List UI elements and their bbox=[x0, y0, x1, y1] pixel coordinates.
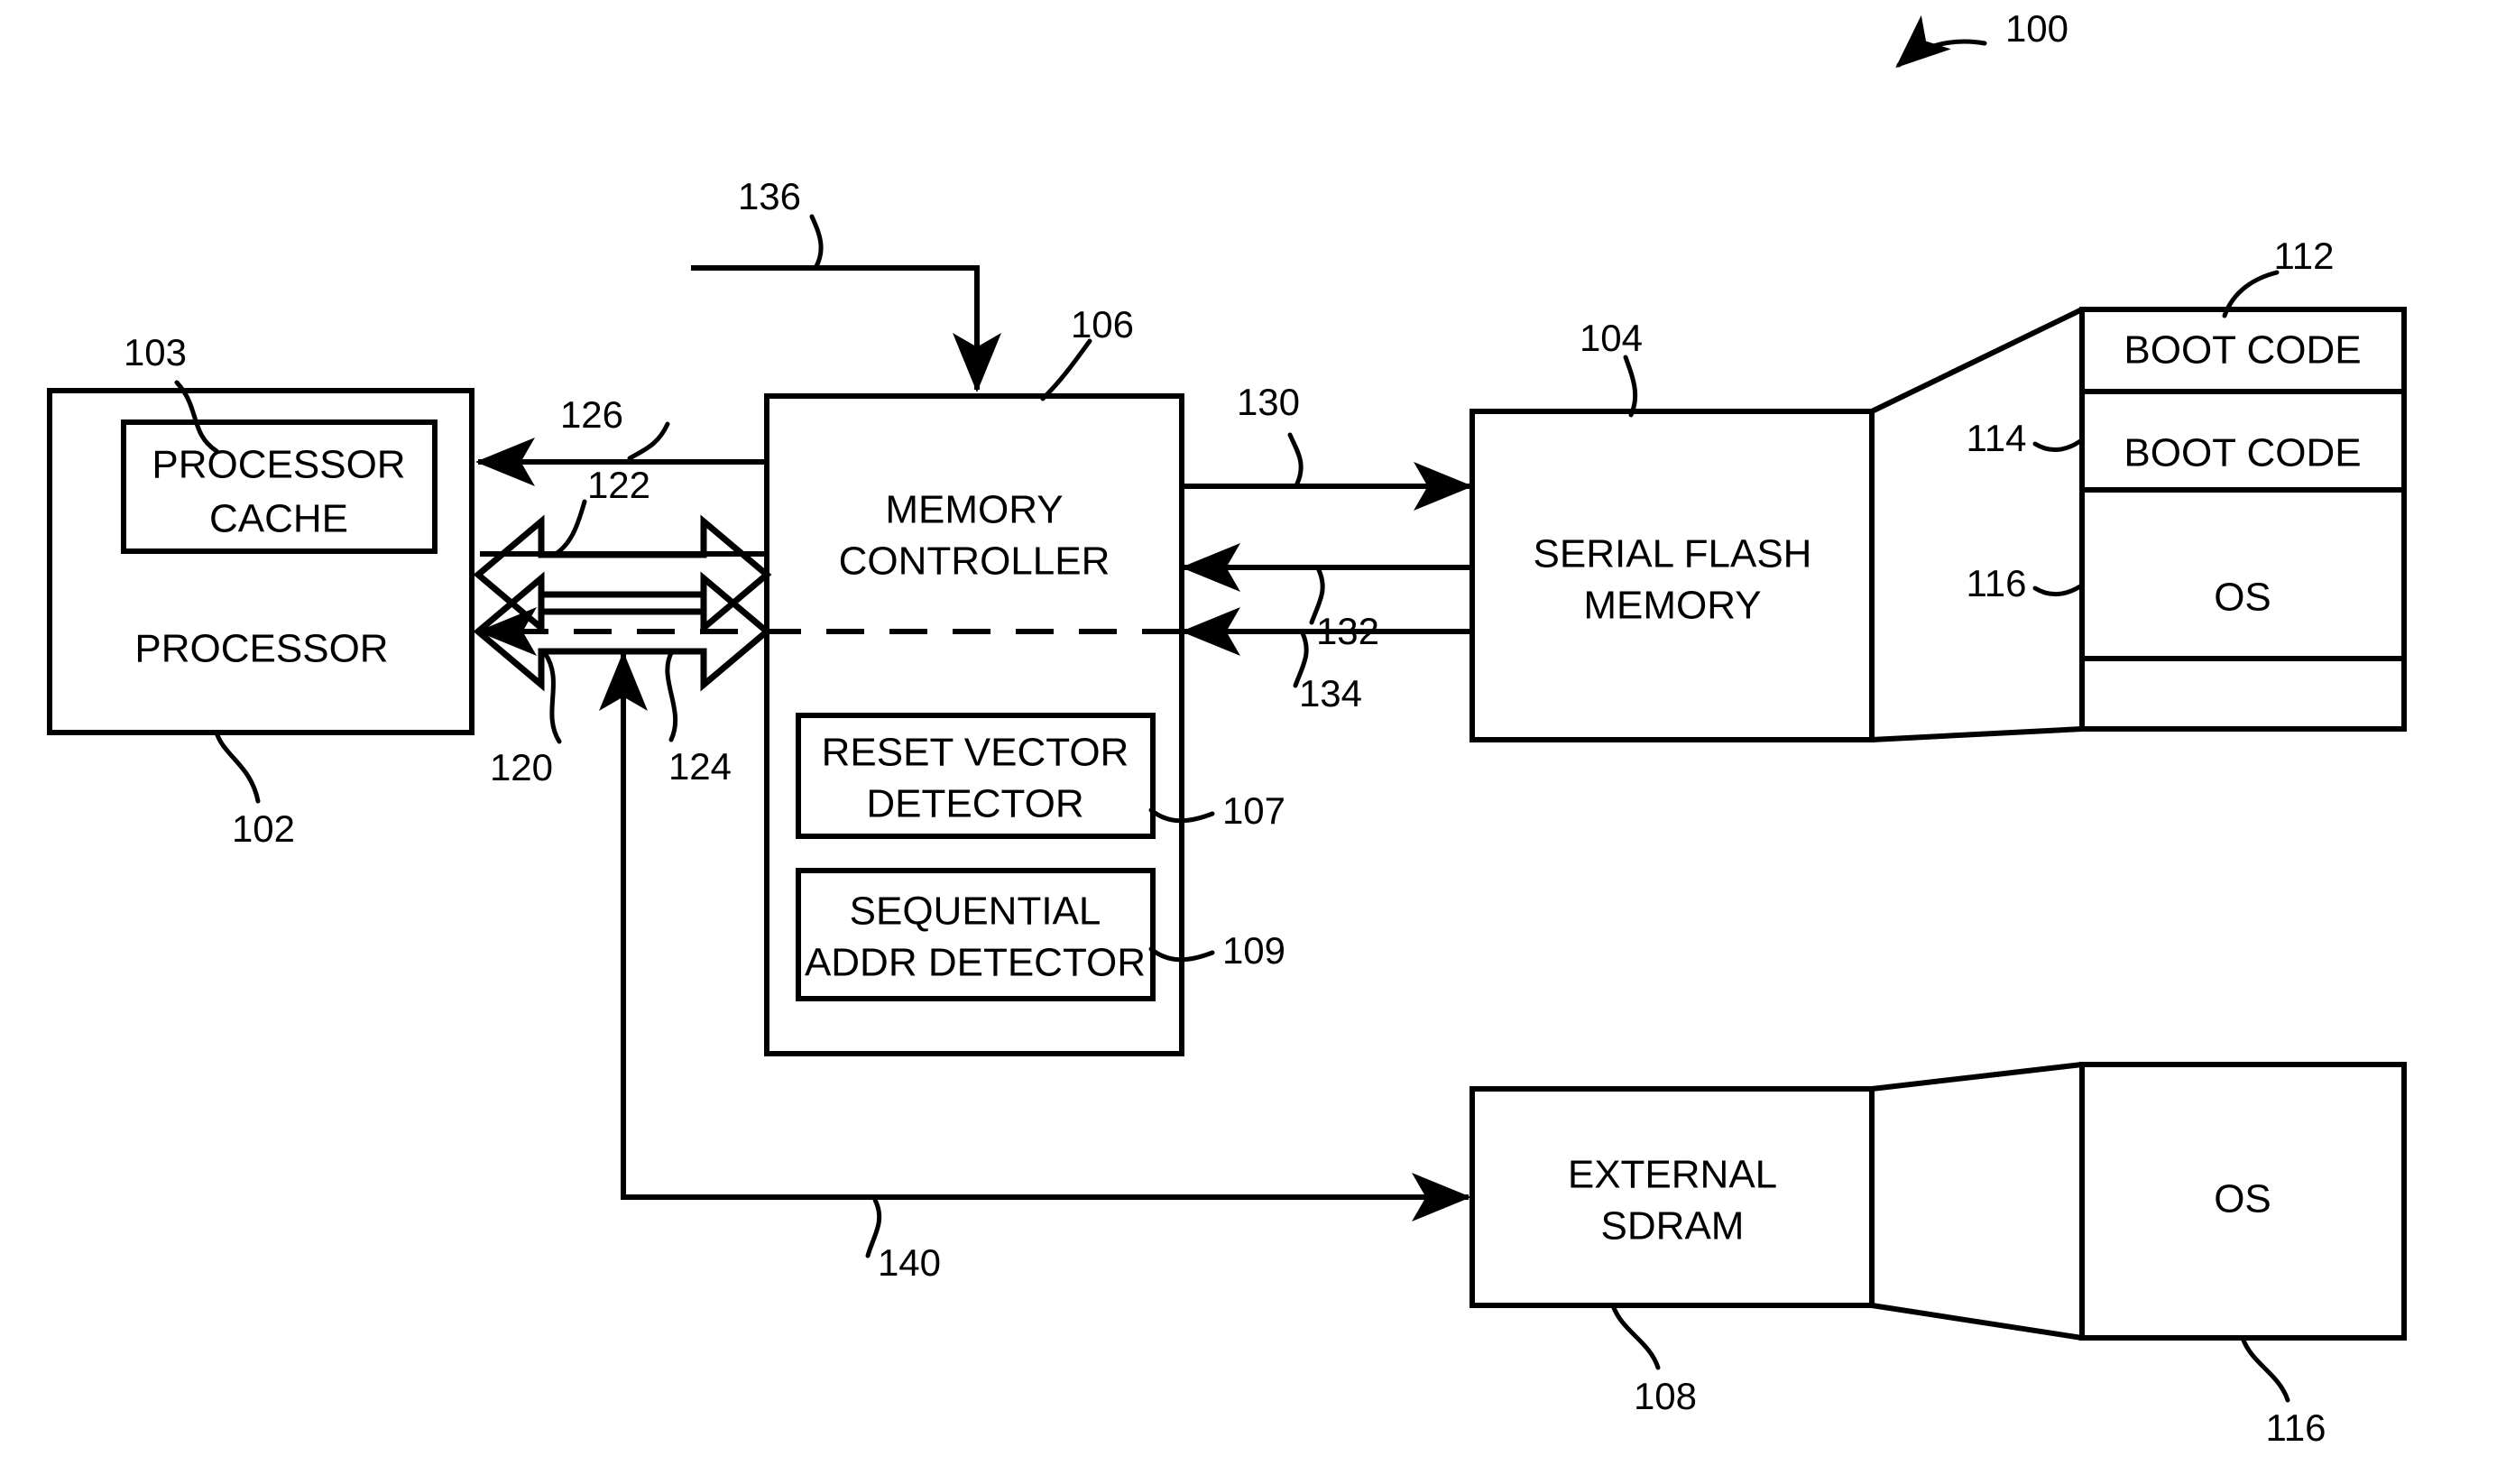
processor-cache-label-line2: CACHE bbox=[209, 497, 348, 541]
sequential-addr-detector-label-line2: ADDR DETECTOR bbox=[805, 941, 1146, 985]
external-sdram-label-line1: EXTERNAL bbox=[1568, 1153, 1777, 1197]
leader-122 bbox=[550, 499, 587, 558]
ref-number-116-sdram: 116 bbox=[2266, 1406, 2326, 1449]
ref-number-134: 134 bbox=[1299, 672, 1362, 714]
ref-number-132: 132 bbox=[1316, 610, 1379, 652]
connector-136 bbox=[691, 265, 1001, 392]
ref-number-136: 136 bbox=[738, 175, 801, 217]
flash-map-row-2-label: OS bbox=[2214, 576, 2271, 620]
ref-number-112: 112 bbox=[2274, 235, 2335, 277]
flash-map-row-1-label: BOOT CODE bbox=[2124, 431, 2361, 475]
ref-number-114: 114 bbox=[1967, 417, 2027, 459]
external-sdram-label-line2: SDRAM bbox=[1601, 1204, 1745, 1249]
ref-number-120: 120 bbox=[490, 746, 553, 788]
leader-104 bbox=[1623, 355, 1638, 418]
ref-number-116-flash: 116 bbox=[1967, 562, 2027, 604]
figure-ref-100-leader bbox=[1895, 14, 1987, 69]
ref-number-104: 104 bbox=[1580, 317, 1643, 359]
leader-130 bbox=[1287, 432, 1304, 486]
patent-figure-diagram: PROCESSOR CACHE PROCESSOR MEMORY CONTROL… bbox=[47, 7, 2407, 1449]
ref-number-106: 106 bbox=[1071, 303, 1134, 346]
ref-number-140: 140 bbox=[878, 1241, 941, 1284]
leader-136 bbox=[809, 214, 824, 271]
os-detail-label: OS bbox=[2214, 1177, 2271, 1221]
reset-vector-detector-label-line2: DETECTOR bbox=[866, 782, 1083, 826]
serial-flash-memory-label-line2: MEMORY bbox=[1583, 584, 1761, 628]
leader-126 bbox=[627, 421, 670, 461]
ref-number-107: 107 bbox=[1222, 789, 1285, 832]
ref-number-122: 122 bbox=[587, 464, 650, 506]
leader-108 bbox=[1610, 1303, 1661, 1370]
flash-map-expansion-lines bbox=[1870, 307, 2084, 742]
leader-120 bbox=[542, 650, 562, 744]
ref-number-109: 109 bbox=[1222, 929, 1285, 972]
flash-map-row-0-label: BOOT CODE bbox=[2124, 328, 2361, 373]
sdram-os-expansion-lines bbox=[1871, 1062, 2083, 1341]
leader-124 bbox=[665, 649, 678, 742]
figure-canvas: PROCESSOR CACHE PROCESSOR MEMORY CONTROL… bbox=[0, 0, 2506, 1484]
reset-vector-detector-label-line1: RESET VECTOR bbox=[822, 731, 1129, 775]
leader-106 bbox=[1040, 338, 1092, 401]
leader-102 bbox=[214, 730, 261, 804]
serial-flash-memory-label-line1: SERIAL FLASH bbox=[1534, 532, 1812, 576]
leader-114 bbox=[2032, 438, 2083, 452]
ref-number-103: 103 bbox=[124, 331, 187, 373]
ref-number-126: 126 bbox=[560, 393, 623, 436]
flash-memory-map-block[interactable] bbox=[2079, 307, 2407, 732]
ref-number-108: 108 bbox=[1634, 1375, 1697, 1417]
ref-number-102: 102 bbox=[232, 807, 295, 850]
memory-controller-label-line2: CONTROLLER bbox=[839, 539, 1110, 584]
processor-label: PROCESSOR bbox=[134, 627, 388, 671]
ref-number-124: 124 bbox=[668, 745, 732, 788]
ref-number-100: 100 bbox=[2005, 7, 2068, 50]
external-sdram-block[interactable] bbox=[1470, 1086, 1875, 1308]
sequential-addr-detector-label-line1: SEQUENTIAL bbox=[850, 889, 1101, 934]
leader-116-flash bbox=[2032, 584, 2083, 596]
memory-controller-label-line1: MEMORY bbox=[885, 488, 1063, 532]
leader-116-sdram bbox=[2240, 1335, 2290, 1403]
ref-number-130: 130 bbox=[1237, 381, 1300, 423]
processor-cache-label-line1: PROCESSOR bbox=[152, 443, 405, 487]
